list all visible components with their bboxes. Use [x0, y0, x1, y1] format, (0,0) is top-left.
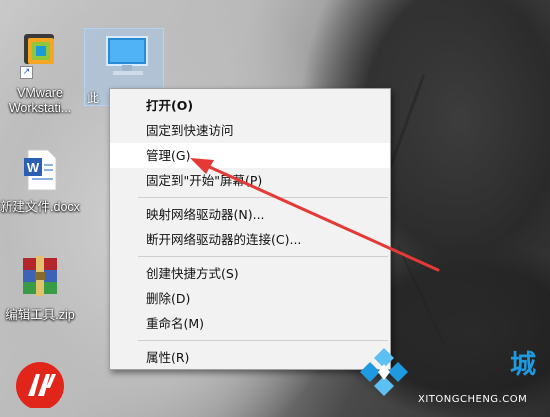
watermark-char: 城: [510, 350, 537, 380]
watermark-text: XITONGCHENG.COM: [418, 394, 528, 405]
